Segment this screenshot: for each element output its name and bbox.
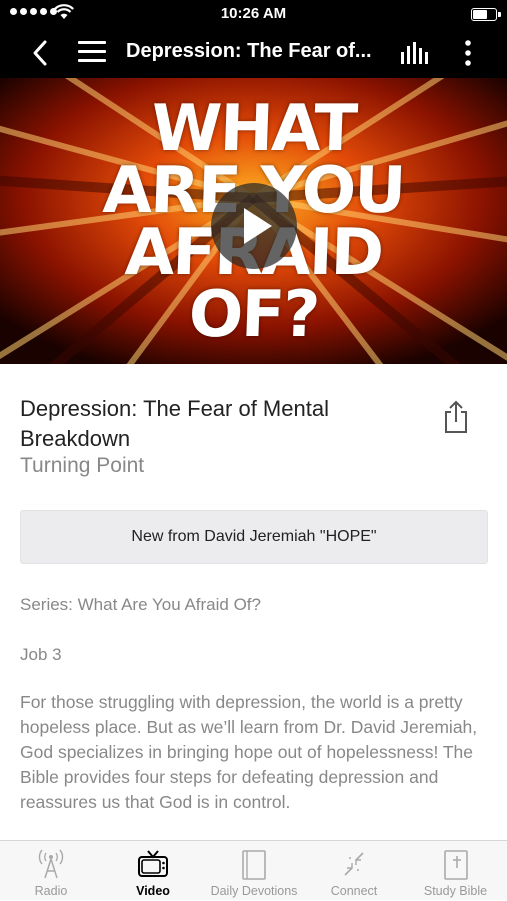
tab-label: Video	[136, 884, 170, 898]
play-button[interactable]	[211, 183, 297, 269]
tab-video[interactable]: Video	[102, 841, 204, 901]
hamburger-menu-icon[interactable]	[78, 41, 106, 65]
art-line: OF?	[187, 278, 320, 352]
connect-icon	[344, 852, 364, 876]
tab-bar: Radio Video Daily Devotions Connect Stud…	[0, 840, 507, 900]
more-options-icon[interactable]	[460, 38, 476, 68]
tab-study-bible[interactable]: Study Bible	[404, 841, 507, 901]
episode-title: Depression: The Fear of Mental Breakdown	[20, 396, 329, 451]
status-bar: 10:26 AM	[0, 0, 507, 28]
book-icon	[242, 850, 266, 880]
share-icon[interactable]	[442, 400, 470, 434]
back-icon[interactable]	[26, 38, 56, 68]
play-icon	[244, 208, 272, 244]
battery-icon	[471, 8, 501, 21]
video-player[interactable]: WHAT ARE YOU AFRAID OF?	[0, 78, 507, 364]
promo-button[interactable]: New from David Jeremiah "HOPE"	[20, 510, 488, 564]
art-line: WHAT	[150, 92, 357, 166]
tab-label: Daily Devotions	[210, 884, 298, 898]
bible-icon	[444, 850, 468, 880]
episode-description: For those struggling with depression, th…	[20, 692, 478, 812]
series-label: Series: What Are You Afraid Of?	[20, 595, 261, 614]
tab-label: Radio	[34, 884, 68, 898]
episode-publisher: Turning Point	[20, 454, 145, 477]
nav-bar: Depression: The Fear of...	[0, 28, 507, 78]
status-time: 10:26 AM	[220, 5, 287, 22]
tab-radio[interactable]: Radio	[0, 841, 102, 901]
scripture-reference: Job 3	[20, 645, 62, 664]
radio-tower-icon	[38, 849, 64, 879]
tab-label: Study Bible	[423, 884, 488, 898]
tv-icon	[138, 850, 168, 877]
top-bar: 10:26 AM Depression: The Fear of...	[0, 0, 507, 78]
nav-title: Depression: The Fear of...	[126, 40, 372, 62]
tab-label: Connect	[330, 884, 378, 898]
tab-connect[interactable]: Connect	[304, 841, 404, 901]
tab-daily-devotions[interactable]: Daily Devotions	[204, 841, 304, 901]
audio-bars-icon[interactable]	[400, 40, 432, 66]
